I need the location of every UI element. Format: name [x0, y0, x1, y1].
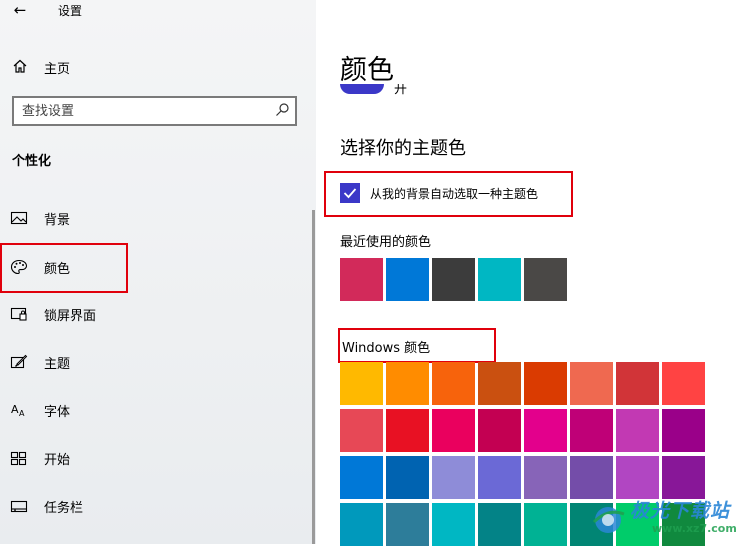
windows-color-swatch[interactable] — [386, 456, 429, 499]
windows-color-swatch[interactable] — [662, 456, 705, 499]
font-icon: A A — [11, 403, 25, 418]
windows-color-swatch[interactable] — [340, 362, 383, 405]
start-icon — [10, 451, 27, 466]
sidebar-item-colors[interactable]: 颜色 — [0, 247, 316, 287]
windows-color-swatch[interactable] — [524, 409, 567, 452]
search-box[interactable] — [12, 96, 297, 126]
recent-color-swatch[interactable] — [478, 258, 521, 301]
lock-screen-icon — [10, 307, 27, 321]
toggle-state-label: 开 — [394, 84, 408, 97]
windows-color-swatch[interactable] — [432, 409, 475, 452]
windows-color-swatch[interactable] — [662, 409, 705, 452]
windows-color-swatch[interactable] — [616, 503, 659, 546]
windows-color-swatch[interactable] — [478, 362, 521, 405]
sidebar-item-label: 主页 — [44, 62, 71, 77]
sidebar-item-label: 开始 — [44, 453, 71, 468]
windows-color-swatch[interactable] — [662, 362, 705, 405]
windows-colors-heading-box: Windows 颜色 — [338, 328, 496, 363]
theme-brush-icon — [10, 354, 28, 369]
toggle-switch[interactable] — [340, 84, 384, 94]
windows-color-swatch[interactable] — [478, 456, 521, 499]
sidebar-item-label: 任务栏 — [44, 501, 84, 516]
windows-color-swatch[interactable] — [432, 503, 475, 546]
image-icon — [10, 211, 28, 225]
section-title: 个性化 — [12, 154, 52, 169]
windows-color-swatch[interactable] — [432, 456, 475, 499]
arrow-left-icon[interactable]: ← — [10, 0, 30, 20]
windows-color-swatch[interactable] — [478, 409, 521, 452]
recent-color-swatch[interactable] — [340, 258, 383, 301]
windows-color-swatch[interactable] — [432, 362, 475, 405]
windows-color-swatch[interactable] — [616, 409, 659, 452]
sidebar-item-themes[interactable]: 主题 — [0, 342, 316, 382]
recent-colors-heading: 最近使用的颜色 — [340, 235, 432, 250]
windows-color-swatch[interactable] — [340, 409, 383, 452]
auto-pick-label: 从我的背景自动选取一种主题色 — [370, 187, 539, 201]
windows-color-swatch[interactable] — [478, 503, 521, 546]
recent-color-swatch[interactable] — [386, 258, 429, 301]
home-icon — [13, 59, 27, 73]
sidebar-item-label: 颜色 — [44, 262, 71, 277]
sidebar-item-label: 锁屏界面 — [44, 309, 97, 324]
main-content: 颜色 开 选择你的主题色 从我的背景自动选取一种主题色 最近使用的颜色 Wind… — [316, 0, 746, 546]
checkbox-checked-icon[interactable] — [340, 183, 360, 203]
windows-color-swatch[interactable] — [524, 456, 567, 499]
taskbar-icon — [10, 500, 28, 513]
accent-heading: 选择你的主题色 — [340, 138, 466, 159]
windows-color-swatch[interactable] — [616, 456, 659, 499]
sidebar-item-taskbar[interactable]: 任务栏 — [0, 486, 316, 526]
svg-text:A: A — [19, 409, 25, 418]
windows-color-swatch[interactable] — [570, 409, 613, 452]
sidebar-item-label: 主题 — [44, 357, 71, 372]
sidebar-item-start[interactable]: 开始 — [0, 438, 316, 478]
sidebar: ← 设置 主页 个性化 背景 颜色 — [0, 0, 316, 544]
svg-text:A: A — [11, 403, 19, 416]
palette-icon — [10, 259, 28, 275]
windows-color-swatch[interactable] — [524, 503, 567, 546]
windows-color-swatch[interactable] — [570, 503, 613, 546]
app-title: 设置 — [58, 4, 83, 18]
recent-color-swatch[interactable] — [432, 258, 475, 301]
title-bar: ← 设置 — [0, 0, 316, 22]
windows-color-swatch[interactable] — [340, 456, 383, 499]
page-title: 颜色 — [340, 55, 394, 86]
windows-color-swatch[interactable] — [570, 456, 613, 499]
windows-color-swatch[interactable] — [524, 362, 567, 405]
windows-color-swatch[interactable] — [662, 503, 705, 546]
windows-color-swatch[interactable] — [386, 503, 429, 546]
windows-color-swatch[interactable] — [386, 362, 429, 405]
search-icon[interactable] — [274, 102, 290, 118]
sidebar-item-label: 字体 — [44, 405, 71, 420]
sidebar-item-background[interactable]: 背景 — [0, 198, 316, 238]
windows-color-swatch[interactable] — [570, 362, 613, 405]
sidebar-item-lock-screen[interactable]: 锁屏界面 — [0, 294, 316, 334]
windows-color-swatch[interactable] — [340, 503, 383, 546]
windows-color-swatch[interactable] — [616, 362, 659, 405]
scrollbar[interactable] — [312, 210, 315, 544]
auto-pick-option[interactable]: 从我的背景自动选取一种主题色 — [324, 171, 573, 217]
windows-colors-heading: Windows 颜色 — [342, 341, 431, 356]
windows-color-swatch[interactable] — [386, 409, 429, 452]
recent-color-swatch[interactable] — [524, 258, 567, 301]
search-input[interactable] — [22, 102, 262, 120]
mode-toggle[interactable]: 开 — [340, 84, 420, 98]
sidebar-item-fonts[interactable]: A A 字体 — [0, 390, 316, 430]
sidebar-item-label: 背景 — [44, 213, 71, 228]
sidebar-item-home[interactable]: 主页 — [0, 52, 316, 80]
